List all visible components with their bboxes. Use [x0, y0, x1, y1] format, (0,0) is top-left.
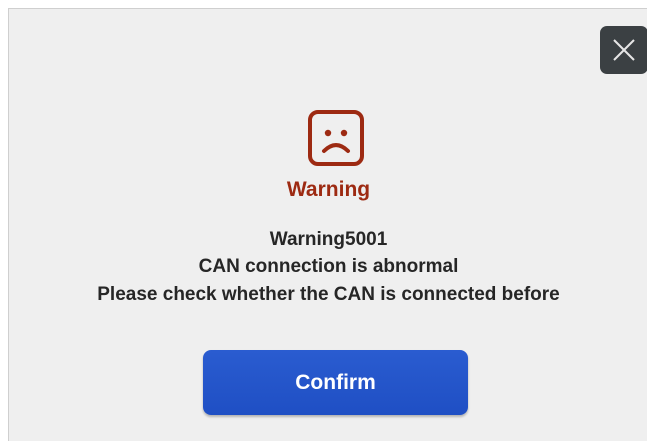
confirm-button[interactable]: Confirm — [203, 350, 468, 415]
warning-dialog: Warning Warning5001 CAN connection is ab… — [8, 8, 647, 441]
close-icon — [613, 39, 635, 61]
close-button[interactable] — [600, 26, 647, 74]
warning-message-line1: CAN connection is abnormal — [198, 256, 459, 277]
warning-message-line2: Please check whether the CAN is connecte… — [97, 284, 560, 305]
warning-title: Warning — [286, 178, 371, 201]
sad-face-icon — [308, 110, 364, 166]
warning-code: Warning5001 — [269, 229, 388, 250]
